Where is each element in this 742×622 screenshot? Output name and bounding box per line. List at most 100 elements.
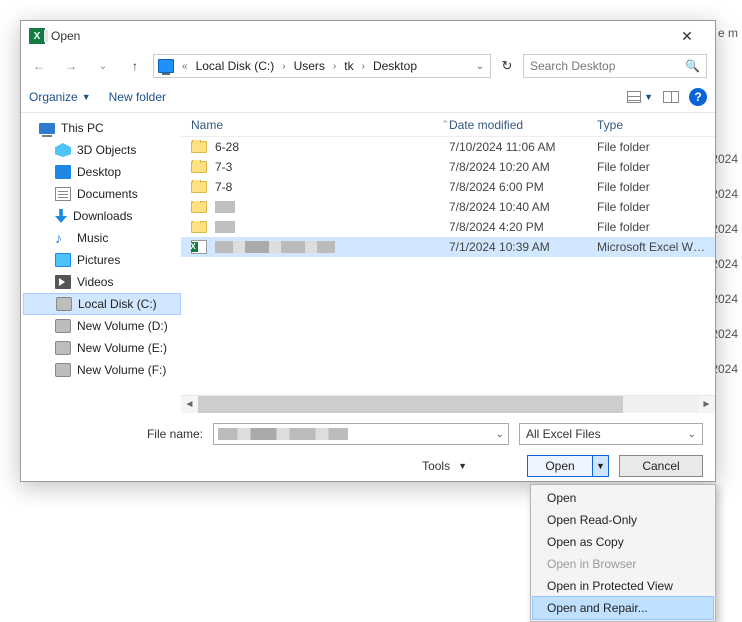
- filter-dropdown-icon: ⌄: [688, 429, 696, 440]
- preview-pane-button[interactable]: [663, 91, 679, 103]
- dialog-body: This PC 3D Objects Desktop Documents Dow…: [21, 113, 715, 413]
- file-type: Microsoft Excel W…: [597, 240, 715, 254]
- caret-down-icon: ▼: [644, 92, 653, 102]
- refresh-button[interactable]: ↻: [495, 54, 519, 78]
- download-icon: [55, 209, 67, 223]
- scroll-left-icon[interactable]: ◄: [181, 396, 198, 413]
- nav-3d-objects[interactable]: 3D Objects: [23, 139, 181, 161]
- open-split-button[interactable]: Open ▼: [527, 455, 609, 477]
- file-row[interactable]: 6-28 7/10/2024 11:06 AM File folder: [181, 137, 715, 157]
- nav-music[interactable]: ♪Music: [23, 227, 181, 249]
- close-icon: ✕: [681, 28, 693, 45]
- caret-down-icon: ▼: [82, 92, 91, 102]
- menu-label: Open and Repair...: [547, 601, 648, 615]
- file-date: 7/10/2024 11:06 AM: [449, 140, 597, 154]
- cancel-label: Cancel: [642, 459, 679, 473]
- view-mode-button[interactable]: ▼: [627, 91, 653, 103]
- navigation-pane[interactable]: This PC 3D Objects Desktop Documents Dow…: [21, 113, 181, 413]
- nav-this-pc[interactable]: This PC: [23, 117, 181, 139]
- file-date: 7/8/2024 6:00 PM: [449, 180, 597, 194]
- file-row-selected[interactable]: 7/1/2024 10:39 AM Microsoft Excel W…: [181, 237, 715, 257]
- forward-button[interactable]: →: [57, 53, 85, 79]
- help-button[interactable]: ?: [689, 88, 707, 106]
- col-date-header[interactable]: Date modified: [449, 118, 597, 132]
- file-type: File folder: [597, 220, 715, 234]
- organize-menu[interactable]: Organize ▼: [29, 90, 91, 104]
- menu-open-repair[interactable]: Open and Repair...: [533, 597, 713, 619]
- crumb[interactable]: Local Disk (C:): [194, 59, 277, 73]
- nav-local-disk-c[interactable]: Local Disk (C:): [23, 293, 181, 315]
- file-list-pane: Name⌃ Date modified Type 6-28 7/10/2024 …: [181, 113, 715, 413]
- file-row[interactable]: 7/8/2024 10:40 AM File folder: [181, 197, 715, 217]
- file-row[interactable]: 7-3 7/8/2024 10:20 AM File folder: [181, 157, 715, 177]
- scroll-thumb[interactable]: [198, 396, 623, 413]
- menu-label: Open as Copy: [547, 535, 624, 549]
- file-date: 7/1/2024 10:39 AM: [449, 240, 597, 254]
- redacted-name: [215, 201, 235, 213]
- list-view-icon: [627, 91, 641, 103]
- search-input[interactable]: Search Desktop 🔍: [523, 54, 707, 78]
- nav-downloads[interactable]: Downloads: [23, 205, 181, 227]
- back-button[interactable]: ←: [25, 53, 53, 79]
- nav-label: Downloads: [73, 209, 132, 223]
- desktop-icon: [55, 165, 71, 179]
- menu-open-browser: Open in Browser: [533, 553, 713, 575]
- close-button[interactable]: ✕: [667, 22, 707, 50]
- file-rows[interactable]: 6-28 7/10/2024 11:06 AM File folder 7-3 …: [181, 137, 715, 395]
- crumb[interactable]: Desktop: [371, 59, 419, 73]
- nav-volume-d[interactable]: New Volume (D:): [23, 315, 181, 337]
- file-type-label: All Excel Files: [526, 427, 601, 441]
- scroll-track[interactable]: [198, 396, 698, 413]
- new-folder-button[interactable]: New folder: [109, 90, 166, 104]
- nav-label: New Volume (D:): [77, 319, 168, 333]
- filename-input[interactable]: ⌄: [213, 423, 509, 445]
- nav-label: New Volume (F:): [77, 363, 166, 377]
- tools-menu[interactable]: Tools ▼: [422, 459, 467, 473]
- menu-open[interactable]: Open: [533, 487, 713, 509]
- folder-icon: [191, 161, 207, 173]
- menu-label: Open Read-Only: [547, 513, 637, 527]
- open-dropdown-button[interactable]: ▼: [592, 456, 608, 476]
- organize-label: Organize: [29, 90, 78, 104]
- breadcrumb-box[interactable]: « Local Disk (C:) › Users › tk › Desktop…: [153, 54, 491, 78]
- open-button[interactable]: Open: [528, 456, 592, 476]
- col-type-header[interactable]: Type: [597, 118, 715, 132]
- nav-label: Local Disk (C:): [78, 297, 157, 311]
- nav-pictures[interactable]: Pictures: [23, 249, 181, 271]
- file-type: File folder: [597, 140, 715, 154]
- menu-open-copy[interactable]: Open as Copy: [533, 531, 713, 553]
- menu-open-readonly[interactable]: Open Read-Only: [533, 509, 713, 531]
- nav-volume-e[interactable]: New Volume (E:): [23, 337, 181, 359]
- col-name-header[interactable]: Name⌃: [191, 118, 449, 132]
- nav-volume-f[interactable]: New Volume (F:): [23, 359, 181, 381]
- excel-icon: X: [29, 28, 45, 44]
- crumb[interactable]: tk: [342, 59, 355, 73]
- crumb[interactable]: Users: [292, 59, 327, 73]
- file-row[interactable]: 7-8 7/8/2024 6:00 PM File folder: [181, 177, 715, 197]
- file-date: 7/8/2024 4:20 PM: [449, 220, 597, 234]
- nav-label: Documents: [77, 187, 138, 201]
- redacted-name: [215, 221, 235, 233]
- horizontal-scrollbar[interactable]: ◄ ►: [181, 395, 715, 413]
- menu-open-protected[interactable]: Open in Protected View: [533, 575, 713, 597]
- up-button[interactable]: ↑: [121, 53, 149, 79]
- tools-label: Tools: [422, 459, 450, 473]
- chevron-right-icon: ›: [331, 61, 338, 72]
- file-type-filter[interactable]: All Excel Files ⌄: [519, 423, 703, 445]
- nav-documents[interactable]: Documents: [23, 183, 181, 205]
- file-row[interactable]: 7/8/2024 4:20 PM File folder: [181, 217, 715, 237]
- new-folder-label: New folder: [109, 90, 166, 104]
- sort-caret-icon: ⌃: [441, 119, 449, 130]
- file-name: 6-28: [215, 140, 239, 154]
- recent-dropdown[interactable]: ⌄: [89, 53, 117, 79]
- nav-label: Music: [77, 231, 108, 245]
- cancel-button[interactable]: Cancel: [619, 455, 703, 477]
- filename-dropdown-icon[interactable]: ⌄: [496, 429, 504, 440]
- nav-videos[interactable]: Videos: [23, 271, 181, 293]
- file-type: File folder: [597, 160, 715, 174]
- nav-desktop[interactable]: Desktop: [23, 161, 181, 183]
- search-placeholder: Search Desktop: [530, 59, 615, 73]
- disk-icon: [55, 363, 71, 377]
- scroll-right-icon[interactable]: ►: [698, 396, 715, 413]
- address-dropdown[interactable]: ⌄: [472, 61, 488, 72]
